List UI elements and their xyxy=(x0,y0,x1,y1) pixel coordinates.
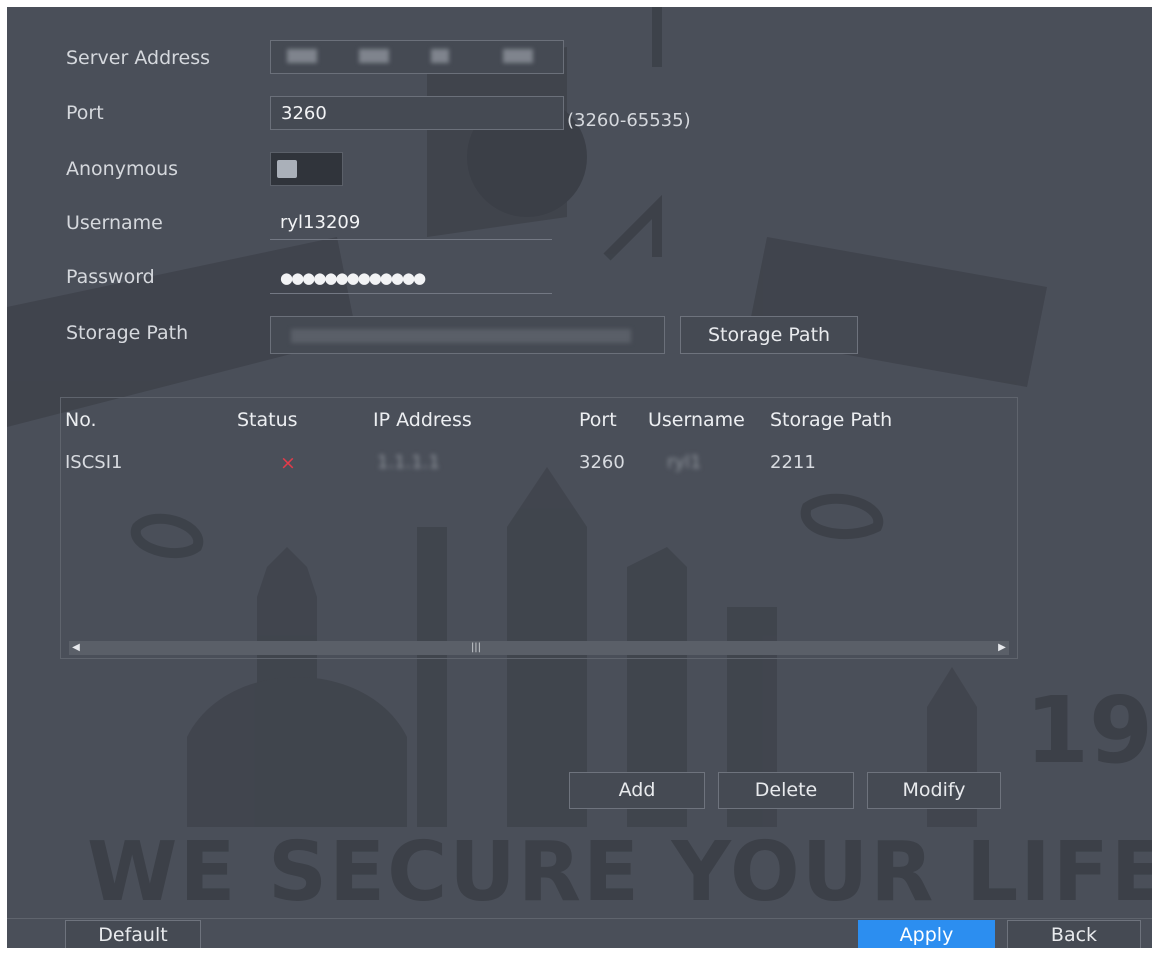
status-error-icon: × xyxy=(280,452,296,474)
cell-username: ryl1 xyxy=(667,452,702,473)
password-value: ●●●●●●●●●●●●● xyxy=(280,269,426,287)
iscsi-device-table: No. Status IP Address Port Username Stor… xyxy=(60,397,1018,659)
masked-octet xyxy=(359,49,389,63)
server-address-label: Server Address xyxy=(66,47,211,69)
anonymous-label: Anonymous xyxy=(66,158,179,180)
masked-path xyxy=(291,329,631,343)
scroll-left-icon[interactable]: ◀ xyxy=(69,641,83,655)
iscsi-settings-panel: WE SECURE YOUR LIFE 199 Server Address P… xyxy=(7,7,1152,948)
username-input[interactable]: ryl13209 xyxy=(270,206,552,240)
password-input[interactable]: ●●●●●●●●●●●●● xyxy=(270,260,552,294)
default-button[interactable]: Default xyxy=(65,920,201,948)
username-value: ryl13209 xyxy=(280,212,361,233)
username-label: Username xyxy=(66,212,163,234)
password-label: Password xyxy=(66,266,155,288)
watermark-number: 199 xyxy=(1025,677,1152,784)
cell-no: ISCSI1 xyxy=(65,452,123,473)
port-value: 3260 xyxy=(281,103,327,124)
cell-storage-path: 2211 xyxy=(770,452,816,473)
masked-octet xyxy=(431,49,449,63)
port-range-hint: (3260-65535) xyxy=(567,110,691,131)
port-input[interactable]: 3260 xyxy=(270,96,564,130)
anonymous-toggle[interactable] xyxy=(270,152,343,186)
server-address-input[interactable] xyxy=(270,40,564,74)
back-button[interactable]: Back xyxy=(1007,920,1141,948)
storage-path-input[interactable] xyxy=(270,316,665,354)
column-header-status: Status xyxy=(237,409,298,431)
watermark-slogan: WE SECURE YOUR LIFE xyxy=(87,825,1152,920)
masked-octet xyxy=(503,49,533,63)
column-header-no: No. xyxy=(65,409,97,431)
horizontal-scrollbar[interactable]: ◀ ||| ▶ xyxy=(69,641,1009,655)
scroll-thumb[interactable]: ||| xyxy=(469,643,483,653)
cell-port: 3260 xyxy=(579,452,625,473)
apply-button[interactable]: Apply xyxy=(858,920,995,948)
column-header-storage-path: Storage Path xyxy=(770,409,893,431)
delete-button[interactable]: Delete xyxy=(718,772,854,809)
toggle-knob xyxy=(277,160,297,178)
footer-divider xyxy=(7,918,1152,919)
storage-path-label: Storage Path xyxy=(66,322,189,344)
scroll-right-icon[interactable]: ▶ xyxy=(995,641,1009,655)
modify-button[interactable]: Modify xyxy=(867,772,1001,809)
column-header-username: Username xyxy=(648,409,745,431)
add-button[interactable]: Add xyxy=(569,772,705,809)
cell-ip-address: 1.1.1.1 xyxy=(377,452,440,473)
port-label: Port xyxy=(66,102,104,124)
storage-path-button[interactable]: Storage Path xyxy=(680,316,858,354)
column-header-ip-address: IP Address xyxy=(373,409,472,431)
masked-octet xyxy=(287,49,317,63)
column-header-port: Port xyxy=(579,409,617,431)
